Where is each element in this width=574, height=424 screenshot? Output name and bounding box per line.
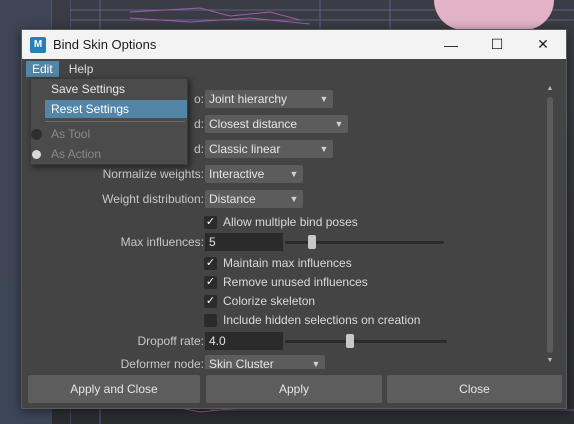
chevron-down-icon: ▼ (319, 144, 329, 154)
deformer-node-value: Skin Cluster (209, 357, 274, 369)
as-tool-radio (31, 129, 42, 140)
include-hidden-selections-row[interactable]: Include hidden selections on creation (204, 311, 420, 329)
apply-and-close-button[interactable]: Apply and Close (28, 375, 200, 403)
dropoff-rate-field[interactable]: 4.0 (205, 332, 283, 350)
close-window-button[interactable]: ✕ (520, 30, 566, 59)
remove-unused-influences-row[interactable]: ✓ Remove unused influences (204, 273, 368, 291)
dropoff-rate-slider[interactable] (285, 340, 447, 343)
max-influences-field[interactable]: 5 (205, 233, 283, 251)
dropoff-rate-label: Dropoff rate: (137, 334, 204, 348)
as-tool-radio-row (31, 125, 45, 143)
title-bar[interactable]: M Bind Skin Options — ☐ ✕ (22, 30, 566, 59)
deformer-node-label: Deformer node: (120, 357, 204, 369)
weight-distribution-dropdown[interactable]: Distance ▼ (205, 190, 303, 208)
maximize-button[interactable]: ☐ (474, 30, 520, 59)
bind-method-value: Closest distance (209, 117, 298, 131)
menu-edit[interactable]: Edit (26, 61, 59, 77)
menu-help[interactable]: Help (63, 61, 100, 77)
weight-distribution-label: Weight distribution: (102, 192, 204, 206)
window-controls: — ☐ ✕ (428, 30, 566, 59)
menu-item-save-settings[interactable]: Save Settings (45, 80, 187, 98)
maintain-max-influences-row[interactable]: ✓ Maintain max influences (204, 254, 352, 272)
colorize-skeleton-row[interactable]: ✓ Colorize skeleton (204, 292, 315, 310)
bind-to-label: o: (193, 92, 204, 106)
dropoff-rate-row: Dropoff rate: 4.0 (28, 332, 548, 352)
close-button[interactable]: Close (387, 375, 562, 403)
maintain-max-influences-label: Maintain max influences (223, 256, 352, 270)
chevron-down-icon: ▼ (289, 169, 299, 179)
include-hidden-selections-checkbox[interactable] (204, 313, 217, 327)
menu-item-as-action: As Action (51, 147, 102, 161)
normalize-weights-label: Normalize weights: (102, 167, 204, 181)
menu-separator (45, 121, 185, 122)
bind-method-label: d: (193, 117, 204, 131)
vertical-scrollbar[interactable]: ▲ ▼ (546, 85, 554, 365)
max-influences-label: Max influences: (120, 235, 204, 249)
allow-multiple-bind-poses-label: Allow multiple bind poses (223, 215, 358, 229)
action-buttons: Apply and Close Apply Close (28, 375, 562, 403)
remove-unused-influences-checkbox[interactable]: ✓ (204, 275, 217, 289)
skinning-method-value: Classic linear (209, 142, 281, 156)
maintain-max-influences-checkbox[interactable]: ✓ (204, 256, 217, 270)
bind-to-value: Joint hierarchy (209, 92, 288, 106)
skinning-method-dropdown[interactable]: Classic linear ▼ (205, 140, 333, 158)
weight-distribution-value: Distance (209, 192, 256, 206)
chevron-down-icon: ▼ (289, 194, 299, 204)
colorize-skeleton-label: Colorize skeleton (223, 294, 316, 308)
remove-unused-influences-label: Remove unused influences (223, 275, 368, 289)
weight-distribution-row: Weight distribution: Distance ▼ (28, 190, 548, 210)
as-action-radio (32, 150, 41, 159)
menu-bar: Edit Help (22, 59, 566, 79)
max-influences-slider-handle[interactable] (308, 235, 317, 249)
scroll-thumb[interactable] (547, 97, 553, 353)
include-hidden-selections-label: Include hidden selections on creation (223, 313, 421, 327)
maya-app-icon: M (30, 36, 46, 53)
colorize-skeleton-checkbox[interactable]: ✓ (204, 294, 217, 308)
pink-model (434, 0, 554, 30)
menu-item-as-tool: As Tool (51, 127, 91, 141)
skinning-method-label: d: (193, 142, 204, 156)
normalize-weights-value: Interactive (209, 167, 265, 181)
as-action-radio-row (31, 145, 45, 163)
max-influences-row: Max influences: 5 (28, 233, 548, 253)
deformer-node-row: Deformer node: Skin Cluster ▼ (28, 355, 548, 369)
scroll-up-icon[interactable]: ▲ (546, 85, 554, 93)
scroll-down-icon[interactable]: ▼ (546, 357, 554, 365)
chevron-down-icon: ▼ (311, 359, 321, 369)
apply-button[interactable]: Apply (206, 375, 382, 403)
bind-to-dropdown[interactable]: Joint hierarchy ▼ (205, 90, 333, 108)
menu-item-reset-settings[interactable]: Reset Settings (45, 100, 187, 118)
allow-multiple-bind-poses-row[interactable]: ✓ Allow multiple bind poses (204, 213, 358, 231)
deformer-node-dropdown[interactable]: Skin Cluster ▼ (205, 355, 325, 369)
chevron-down-icon: ▼ (319, 94, 329, 104)
allow-multiple-bind-poses-checkbox[interactable]: ✓ (204, 215, 217, 229)
minimize-button[interactable]: — (428, 30, 474, 59)
normalize-weights-dropdown[interactable]: Interactive ▼ (205, 165, 303, 183)
edit-menu-popup: Save Settings Reset Settings As Tool As … (30, 78, 188, 165)
dropoff-rate-slider-handle[interactable] (345, 334, 354, 348)
normalize-weights-row: Normalize weights: Interactive ▼ (28, 165, 548, 185)
bind-method-dropdown[interactable]: Closest distance ▼ (205, 115, 348, 133)
window-title: Bind Skin Options (53, 37, 157, 52)
chevron-down-icon: ▼ (334, 119, 344, 129)
